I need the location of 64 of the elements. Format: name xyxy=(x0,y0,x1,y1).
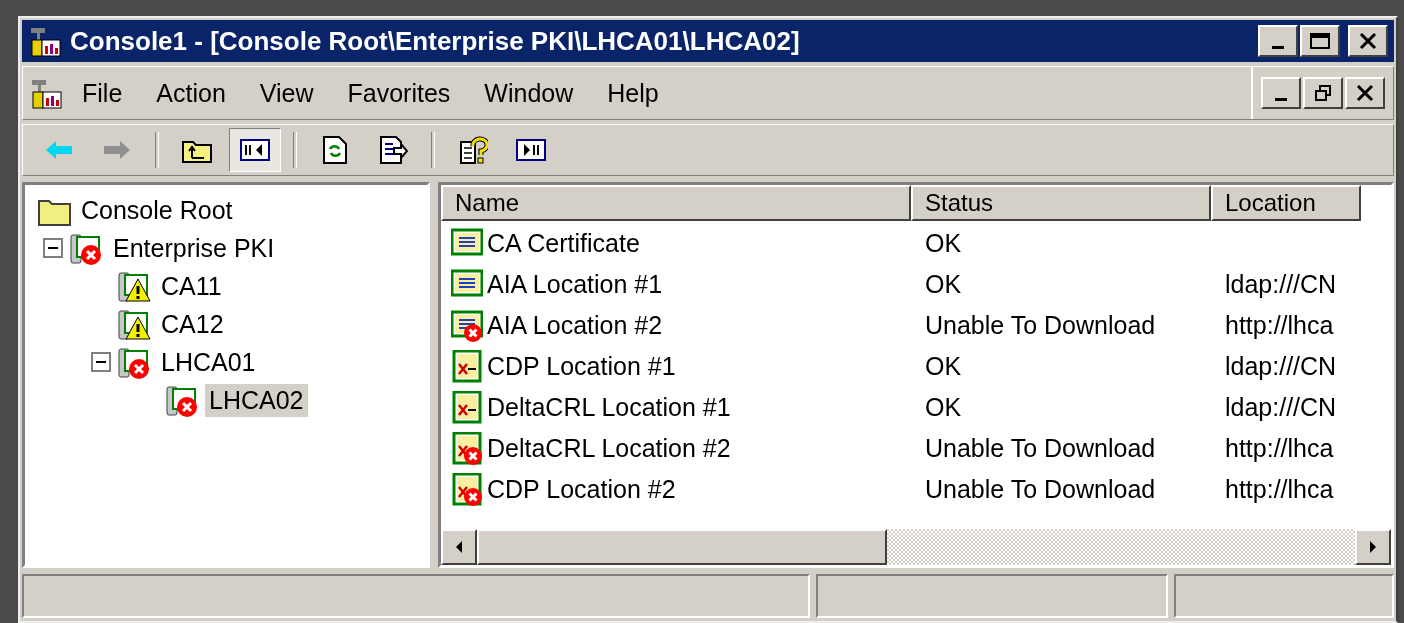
table-cell: AIA Location #1 xyxy=(487,270,663,299)
export-list-icon xyxy=(378,136,408,164)
table-cell: CA Certificate xyxy=(487,229,640,258)
table-cell-text: http://lhca xyxy=(1224,311,1335,340)
server-error-icon xyxy=(165,383,199,417)
help-icon xyxy=(458,136,488,164)
scroll-right-button[interactable] xyxy=(1355,529,1391,565)
collapse-box[interactable] xyxy=(91,352,111,372)
server-warning-icon xyxy=(117,269,151,303)
table-cell-text: Unable To Download xyxy=(924,475,1157,504)
collapse-box[interactable] xyxy=(43,238,63,258)
table-cell: DeltaCRL Location #2 xyxy=(487,434,731,463)
table-cell-text: ldap:///CN xyxy=(1224,393,1338,422)
window-title: Console1 - [Console Root\Enterprise PKI\LHCA01\LHCA02] xyxy=(70,25,801,57)
table-cell: AIA Location #2 xyxy=(487,311,663,340)
tree-item[interactable]: CA12 xyxy=(157,307,228,341)
table-cell: CDP Location #2 xyxy=(487,475,676,504)
right-arrow-icon xyxy=(1368,540,1378,554)
close-button[interactable] xyxy=(1348,25,1388,57)
table-cell-text: ldap:///CN xyxy=(1224,270,1338,299)
minimize-icon xyxy=(1275,98,1287,101)
restore-button[interactable] xyxy=(1303,77,1343,109)
maximize-icon xyxy=(1308,31,1332,51)
menu-item[interactable]: Window xyxy=(469,74,589,112)
table-cell-text: OK xyxy=(924,229,963,258)
menu-item[interactable]: Help xyxy=(592,74,674,112)
toolbar-button[interactable] xyxy=(229,128,281,172)
table-cell-text: OK xyxy=(924,352,963,381)
table-cell-text: http://lhca xyxy=(1224,475,1335,504)
column-header[interactable]: Status xyxy=(911,185,1211,221)
scroll-left-button[interactable] xyxy=(441,529,477,565)
tree-item[interactable]: Console Root xyxy=(77,193,237,227)
table-cell-text: Unable To Download xyxy=(924,311,1157,340)
menu-item[interactable]: Action xyxy=(141,74,241,112)
action-pane-icon xyxy=(516,136,546,164)
minimize-icon xyxy=(1272,46,1284,49)
refresh-icon xyxy=(320,136,350,164)
server-warning-icon xyxy=(117,307,151,341)
server-error-icon xyxy=(69,231,103,265)
menu-item[interactable]: View xyxy=(244,74,329,112)
server-error-icon xyxy=(117,345,151,379)
minimize-button[interactable] xyxy=(1261,77,1301,109)
tree-item[interactable]: CA11 xyxy=(157,269,226,303)
tree-item[interactable]: LHCA01 xyxy=(157,345,260,379)
table-cell-text: Unable To Download xyxy=(924,434,1157,463)
left-arrow-icon xyxy=(454,540,464,554)
maximize-button[interactable] xyxy=(1300,25,1340,57)
column-header[interactable]: Name xyxy=(441,185,911,221)
menu-item[interactable]: File xyxy=(67,74,138,112)
horizontal-scrollbar[interactable] xyxy=(441,529,1391,565)
tree-item[interactable]: Enterprise PKI xyxy=(109,231,279,265)
pane-toggle-icon xyxy=(240,136,270,164)
scroll-thumb[interactable] xyxy=(477,529,887,565)
table-cell-text: OK xyxy=(924,270,963,299)
table-cell: CDP Location #1 xyxy=(487,352,676,381)
menu-item[interactable]: Favorites xyxy=(332,74,466,112)
close-button[interactable] xyxy=(1345,77,1385,109)
column-header[interactable]: Location xyxy=(1211,185,1361,221)
tree-item[interactable]: LHCA02 xyxy=(205,383,308,417)
table-cell-text: ldap:///CN xyxy=(1224,352,1338,381)
minimize-button[interactable] xyxy=(1258,25,1298,57)
table-cell: DeltaCRL Location #1 xyxy=(487,393,731,422)
table-cell-text: http://lhca xyxy=(1224,434,1335,463)
table-cell-text: OK xyxy=(924,393,963,422)
